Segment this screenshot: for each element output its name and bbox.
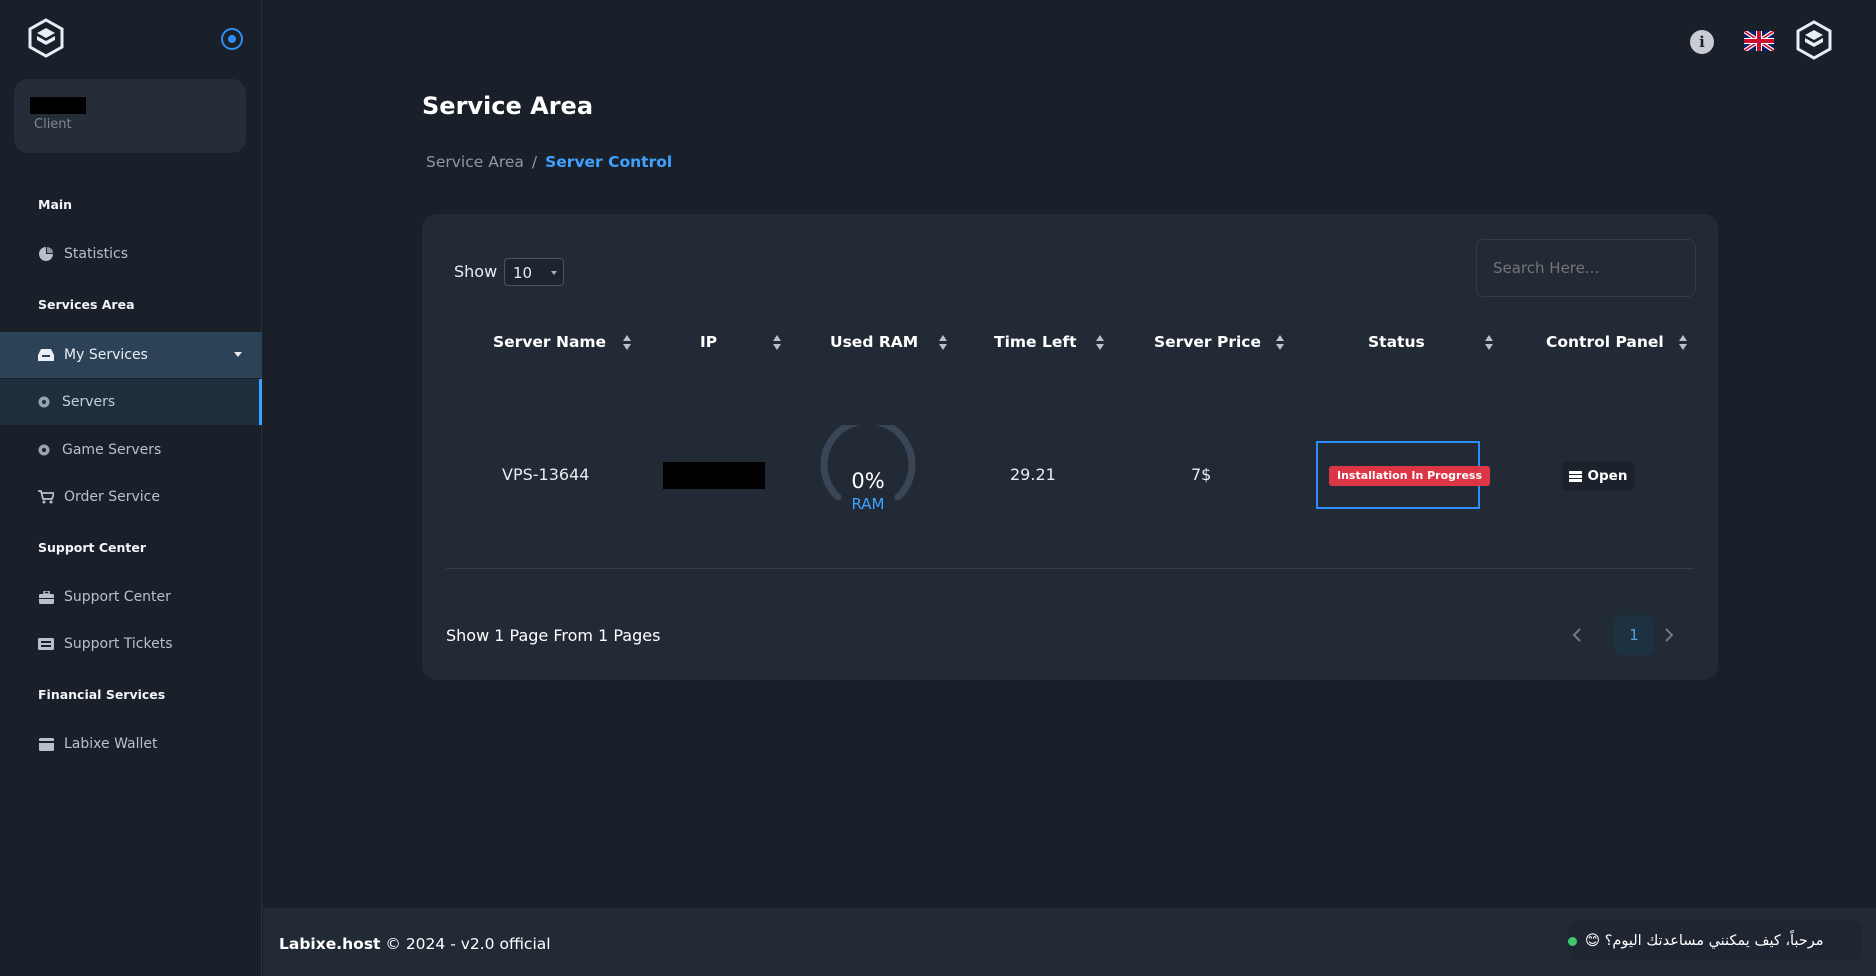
sidebar-item-label: Labixe Wallet: [64, 736, 158, 752]
user-role: Client: [34, 117, 72, 132]
breadcrumb: Service Area / Server Control: [426, 153, 672, 171]
open-button-label: Open: [1587, 468, 1628, 484]
column-header-time-left[interactable]: Time Left: [994, 333, 1077, 351]
footer-text: © 2024 - v2.0 official: [380, 935, 551, 953]
column-header-status[interactable]: Status: [1368, 333, 1425, 351]
sidebar-item-label: Order Service: [64, 489, 160, 505]
wallet-icon: [38, 737, 54, 751]
sidebar-item-servers[interactable]: Servers: [0, 379, 262, 425]
column-header-used-ram[interactable]: Used RAM: [830, 333, 918, 351]
page-size-label: Show :: [454, 262, 508, 281]
breadcrumb-parent-link[interactable]: Service Area: [426, 153, 524, 171]
sidebar: Client Main Statistics Services Area My …: [0, 0, 262, 976]
server-name-cell: VPS-13644: [502, 465, 590, 484]
page-size-select[interactable]: 10: [504, 258, 564, 286]
pagination-info: Show 1 Page From 1 Pages: [446, 626, 661, 645]
ticket-icon: [38, 637, 54, 651]
page-size-value: 10: [513, 264, 533, 282]
chevron-right-icon[interactable]: [1664, 628, 1674, 642]
dot-icon: [36, 395, 52, 409]
status-badge: Installation In Progress: [1329, 466, 1491, 486]
sort-icon[interactable]: [939, 335, 947, 351]
column-header-ip[interactable]: IP: [700, 333, 717, 351]
sort-icon[interactable]: [1276, 335, 1284, 351]
sidebar-item-wallet[interactable]: Labixe Wallet: [0, 721, 262, 767]
sidebar-item-label: Servers: [62, 394, 116, 410]
sort-icon[interactable]: [1679, 335, 1687, 351]
sidebar-item-label: Support Center: [64, 589, 171, 605]
sidebar-item-support-tickets[interactable]: Support Tickets: [0, 621, 262, 667]
column-header-server-name[interactable]: Server Name: [493, 333, 606, 351]
page-title: Service Area: [422, 92, 594, 120]
user-name-redacted: [30, 97, 86, 114]
server-icon: [1568, 470, 1582, 482]
chevron-left-icon[interactable]: [1572, 628, 1582, 642]
column-header-server-price[interactable]: Server Price: [1154, 333, 1261, 351]
table-divider: [446, 568, 1694, 569]
nav-section-financial-services: Financial Services: [38, 687, 166, 702]
sidebar-item-label: Support Tickets: [64, 636, 173, 652]
status-cell: Installation In Progress: [1316, 441, 1491, 509]
sort-icon[interactable]: [1485, 335, 1493, 351]
sidebar-item-label: My Services: [64, 347, 148, 363]
logo-icon[interactable]: [28, 18, 64, 58]
breadcrumb-current: Server Control: [545, 153, 673, 171]
search-input[interactable]: [1476, 239, 1696, 297]
chat-greeting-text: مرحباً، كيف يمكنني مساعدتك اليوم؟ 😊: [1585, 933, 1824, 949]
sort-icon[interactable]: [623, 335, 631, 351]
sort-icon[interactable]: [1096, 335, 1104, 351]
open-control-panel-button[interactable]: Open: [1562, 461, 1634, 491]
breadcrumb-separator: /: [531, 153, 538, 171]
nav-section-main: Main: [38, 197, 73, 212]
ram-usage-gauge: 0% RAM: [820, 425, 916, 513]
sidebar-toggle-button[interactable]: [221, 28, 243, 50]
pagination-page-button[interactable]: 1: [1614, 615, 1654, 655]
chevron-down-icon: [234, 352, 242, 357]
column-header-control-panel[interactable]: Control Panel: [1546, 333, 1664, 351]
nav-section-services-area: Services Area: [38, 297, 135, 312]
ip-cell-redacted: [663, 462, 765, 489]
sidebar-item-order-service[interactable]: Order Service: [0, 474, 262, 520]
profile-logo-icon[interactable]: [1796, 20, 1832, 60]
price-cell: 7$: [1191, 465, 1212, 484]
inbox-icon: [38, 348, 54, 362]
footer-copyright: Labixe.host © 2024 - v2.0 official: [279, 935, 551, 953]
footer-brand: Labixe.host: [279, 935, 381, 953]
chat-greeting-bubble[interactable]: مرحباً، كيف يمكنني مساعدتك اليوم؟ 😊: [1568, 921, 1862, 961]
time-left-cell: 29.21: [1010, 465, 1056, 484]
user-card[interactable]: Client: [14, 79, 246, 153]
ram-percent-value: 0%: [851, 469, 884, 493]
sidebar-item-statistics[interactable]: Statistics: [0, 231, 262, 277]
pie-chart-icon: [38, 247, 54, 261]
sidebar-item-my-services[interactable]: My Services: [0, 332, 262, 378]
nav-section-support-center: Support Center: [38, 540, 147, 555]
info-icon[interactable]: i: [1690, 30, 1714, 54]
servers-table-card: Show : 10 Server Name IP Used RAM Time L…: [422, 214, 1718, 680]
sidebar-item-game-servers[interactable]: Game Servers: [0, 427, 262, 473]
online-status-icon: [1568, 936, 1577, 946]
cart-icon: [38, 490, 54, 504]
ram-label: RAM: [851, 495, 884, 513]
sidebar-item-label: Statistics: [64, 246, 128, 262]
sidebar-item-label: Game Servers: [62, 442, 162, 458]
uk-flag-icon[interactable]: [1744, 31, 1774, 51]
dot-icon: [36, 443, 52, 457]
sidebar-item-support-center[interactable]: Support Center: [0, 574, 262, 620]
sort-icon[interactable]: [773, 335, 781, 351]
briefcase-icon: [38, 590, 54, 604]
